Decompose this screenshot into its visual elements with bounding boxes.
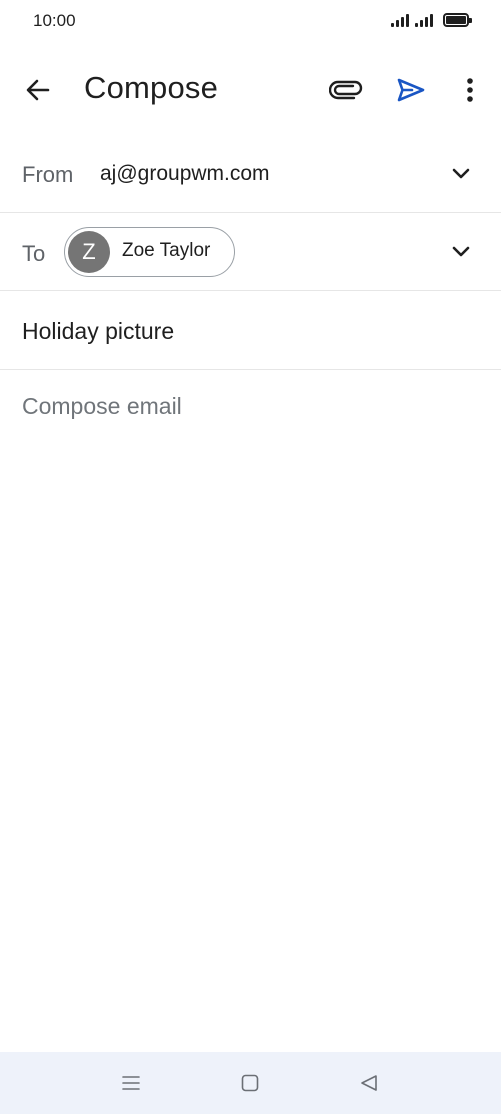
signal-2-icon xyxy=(415,13,433,27)
nav-back-button[interactable] xyxy=(351,1066,387,1100)
from-label: From xyxy=(22,162,74,187)
system-nav-bar xyxy=(0,1052,501,1114)
back-button[interactable] xyxy=(20,72,56,108)
subject-row[interactable]: Holiday picture xyxy=(0,291,501,370)
send-icon xyxy=(397,78,425,102)
more-options-button[interactable] xyxy=(456,72,484,108)
from-dropdown-button[interactable] xyxy=(444,157,478,191)
recipient-chip[interactable]: Z Zoe Taylor xyxy=(64,227,235,277)
nav-menu-button[interactable] xyxy=(113,1066,149,1100)
compose-body-field[interactable]: Compose email xyxy=(22,393,182,420)
paperclip-icon xyxy=(329,80,363,100)
battery-icon xyxy=(443,13,472,27)
nav-home-button[interactable] xyxy=(232,1066,268,1100)
send-button[interactable] xyxy=(392,72,430,108)
app-bar: Compose xyxy=(0,58,501,122)
status-bar: 10:00 xyxy=(0,0,501,44)
status-icons xyxy=(391,13,472,27)
home-icon xyxy=(241,1074,259,1092)
signal-1-icon xyxy=(391,13,409,27)
attach-button[interactable] xyxy=(326,72,366,108)
avatar: Z xyxy=(68,231,110,273)
chevron-down-icon xyxy=(452,168,470,179)
page-title: Compose xyxy=(84,70,219,105)
menu-icon xyxy=(122,1076,140,1090)
from-address[interactable]: aj@groupwm.com xyxy=(100,162,270,186)
back-triangle-icon xyxy=(361,1075,377,1091)
chevron-down-icon xyxy=(452,246,470,257)
recipient-name: Zoe Taylor xyxy=(122,240,211,261)
to-label: To xyxy=(22,241,46,266)
to-expand-button[interactable] xyxy=(444,235,478,269)
from-row[interactable]: From aj@groupwm.com xyxy=(0,135,501,213)
more-vert-icon xyxy=(467,78,473,102)
arrow-back-icon xyxy=(26,79,50,101)
status-time: 10:00 xyxy=(33,11,76,30)
subject-field[interactable]: Holiday picture xyxy=(22,318,174,345)
to-row[interactable]: To Z Zoe Taylor xyxy=(0,213,501,291)
